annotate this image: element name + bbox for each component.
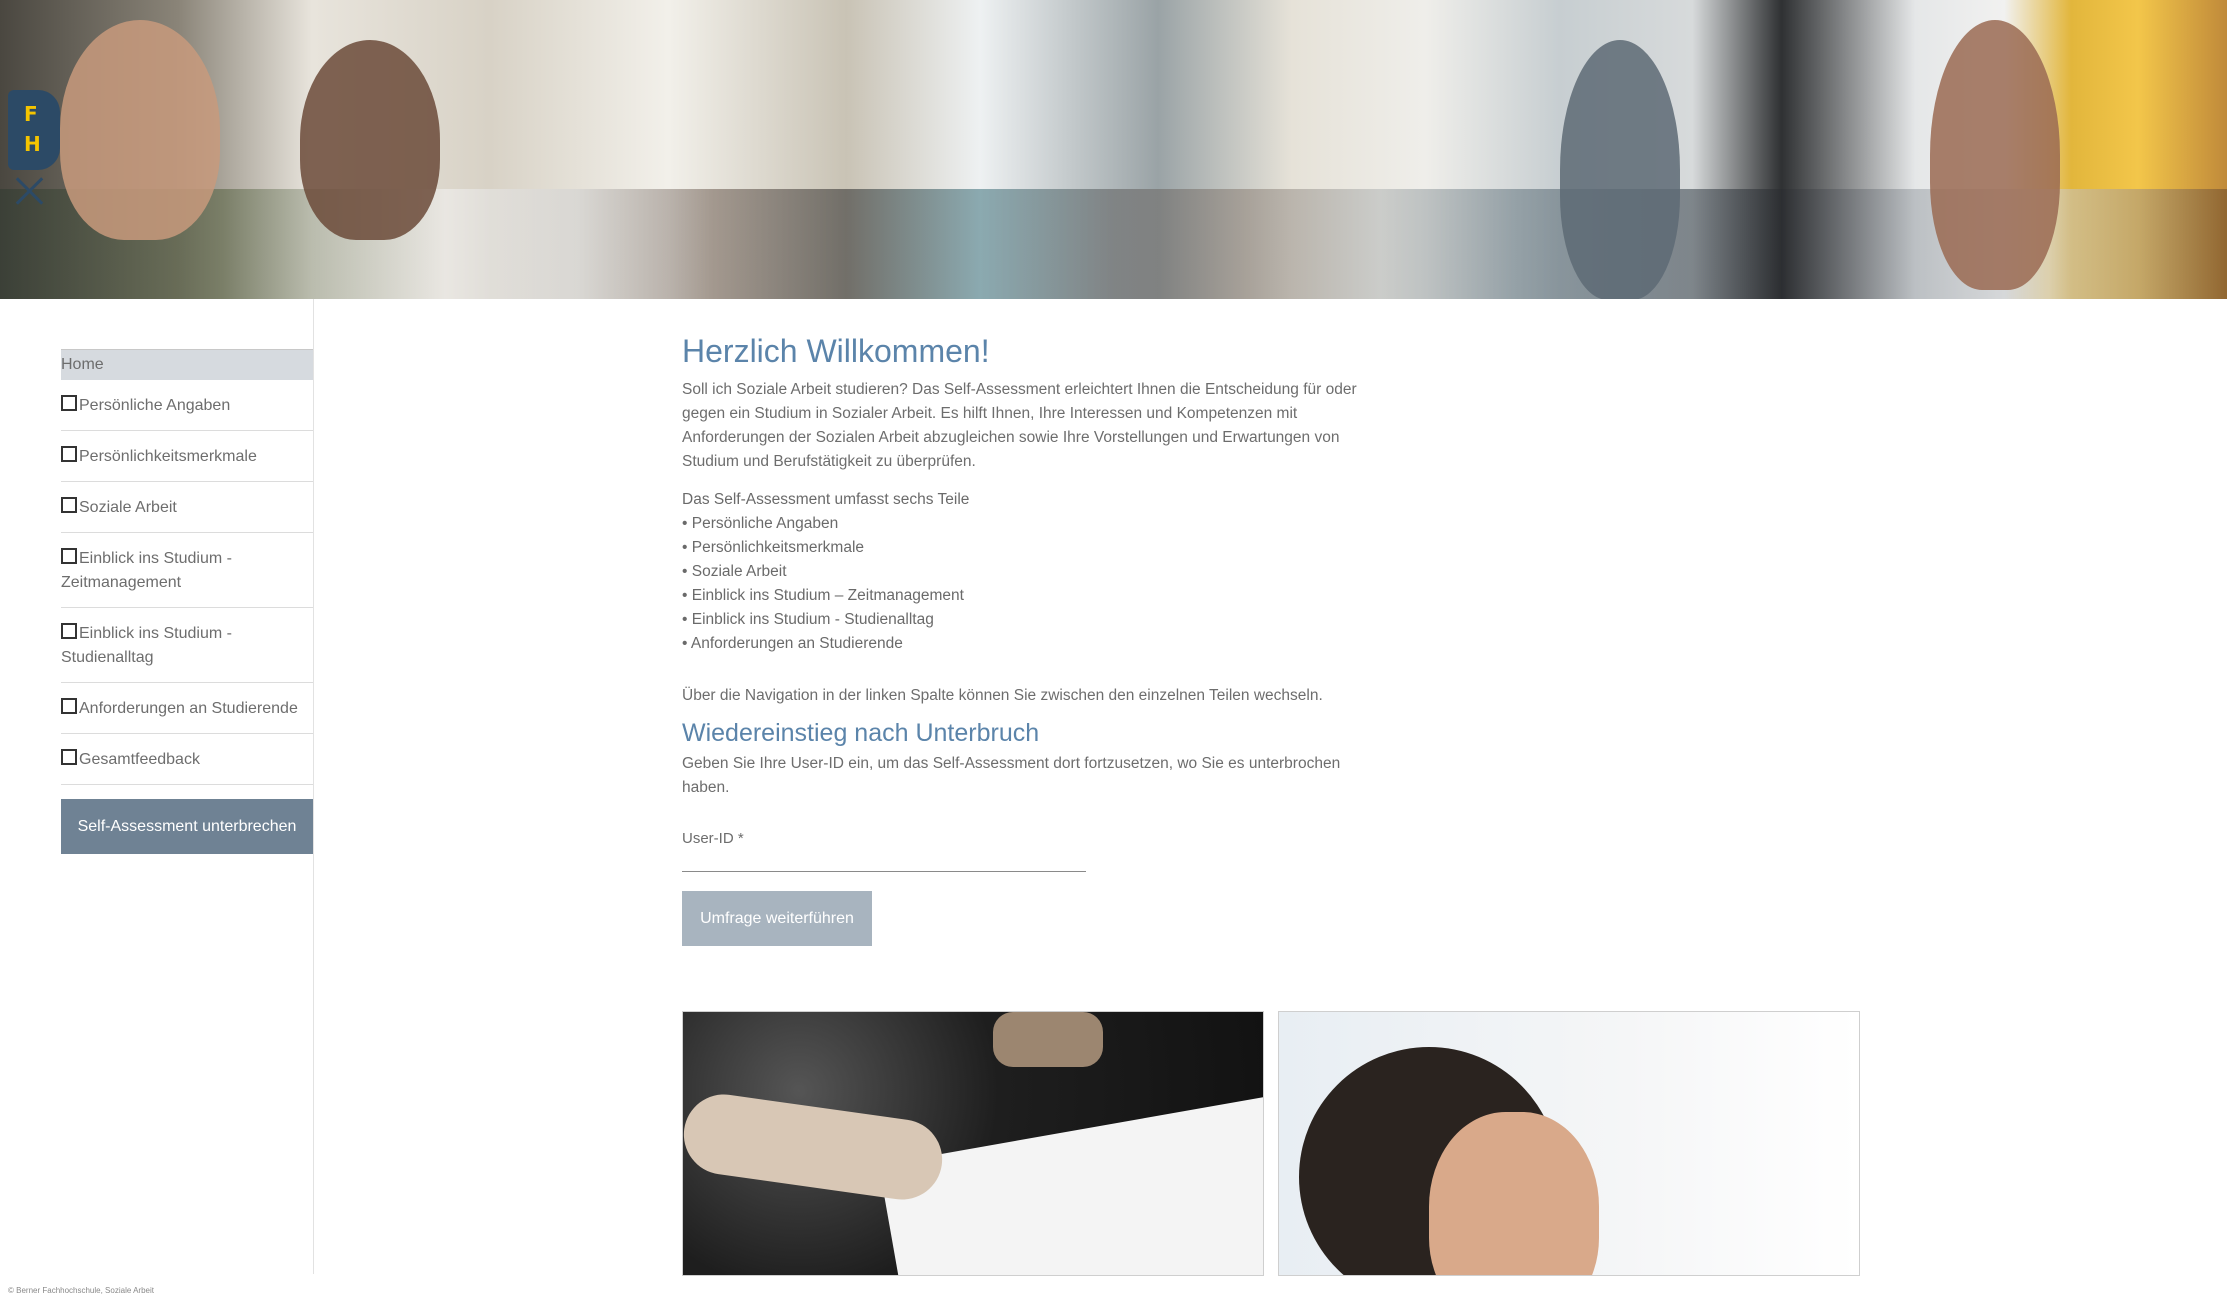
sidebar: Home Persönliche Angaben Persönlichkeits…	[0, 299, 314, 1274]
sidebar-nav: Home Persönliche Angaben Persönlichkeits…	[61, 349, 313, 854]
userid-label: User-ID *	[682, 830, 744, 847]
student-portrait-image	[1278, 1011, 1860, 1276]
hero-person	[1930, 20, 2060, 290]
image-detail	[1429, 1112, 1599, 1275]
sidebar-item-zeitmanagement[interactable]: Einblick ins Studium - Zeitmanagement	[61, 533, 313, 608]
sidebar-item-anforderungen[interactable]: Anforderungen an Studierende	[61, 683, 313, 734]
image-detail	[683, 1089, 948, 1205]
intro-text: Soll ich Soziale Arbeit studieren? Das S…	[682, 381, 1357, 470]
hero-banner-image: F H	[0, 0, 2227, 299]
list-item: • Einblick ins Studium - Studienalltag	[682, 611, 934, 628]
logo-letter-f: F	[24, 102, 38, 126]
checkbox-icon[interactable]	[61, 749, 77, 765]
sidebar-item-studienalltag[interactable]: Einblick ins Studium - Studienalltag	[61, 608, 313, 683]
hero-person	[60, 20, 220, 240]
checkbox-icon[interactable]	[61, 623, 77, 639]
main-content: Herzlich Willkommen! Soll ich Soziale Ar…	[682, 330, 1362, 946]
sidebar-item-persoenlichkeitsmerkmale[interactable]: Persönlichkeitsmerkmale	[61, 431, 313, 482]
navigation-note: Über die Navigation in der linken Spalte…	[682, 687, 1323, 704]
sidebar-item-label: Persönlichkeitsmerkmale	[79, 448, 257, 465]
checkbox-icon[interactable]	[61, 395, 77, 411]
continue-survey-button[interactable]: Umfrage weiterführen	[682, 891, 872, 946]
list-item: • Einblick ins Studium – Zeitmanagement	[682, 587, 964, 604]
image-detail	[993, 1012, 1103, 1067]
reentry-title: Wiedereinstieg nach Unterbruch	[682, 719, 1040, 747]
close-icon[interactable]	[14, 176, 44, 206]
fh-logo[interactable]: F H	[8, 90, 60, 170]
page-title: Herzlich Willkommen!	[682, 333, 990, 369]
hero-person	[300, 40, 440, 240]
sidebar-item-label: Einblick ins Studium - Zeitmanagement	[61, 550, 232, 591]
parts-heading: Das Self-Assessment umfasst sechs Teile	[682, 491, 970, 508]
sidebar-item-home[interactable]: Home	[61, 349, 313, 380]
reentry-text: Geben Sie Ihre User-ID ein, um das Self-…	[682, 755, 1341, 796]
checkbox-icon[interactable]	[61, 446, 77, 462]
list-item: • Persönlichkeitsmerkmale	[682, 539, 865, 556]
list-item: • Persönliche Angaben	[682, 515, 839, 532]
sidebar-item-gesamtfeedback[interactable]: Gesamtfeedback	[61, 734, 313, 785]
sidebar-item-persoenliche-angaben[interactable]: Persönliche Angaben	[61, 380, 313, 431]
checkbox-icon[interactable]	[61, 497, 77, 513]
image-detail	[878, 1092, 1263, 1275]
logo-letter-h: H	[24, 132, 41, 156]
sidebar-item-label: Anforderungen an Studierende	[79, 700, 298, 717]
sidebar-item-label: Persönliche Angaben	[79, 397, 231, 414]
sidebar-item-label: Einblick ins Studium - Studienalltag	[61, 625, 232, 666]
pause-assessment-button[interactable]: Self-Assessment unterbrechen	[61, 799, 313, 854]
image-cards	[682, 1011, 1860, 1276]
hero-person	[1560, 40, 1680, 299]
sidebar-item-soziale-arbeit[interactable]: Soziale Arbeit	[61, 482, 313, 533]
sidebar-item-label: Soziale Arbeit	[79, 499, 177, 516]
footer-copyright: © Berner Fachhochschule, Soziale Arbeit	[8, 1286, 154, 1295]
userid-field: User-ID *	[682, 830, 1086, 872]
parts-list: Das Self-Assessment umfasst sechs Teile …	[682, 488, 1362, 656]
list-item: • Anforderungen an Studierende	[682, 635, 903, 652]
checkbox-icon[interactable]	[61, 698, 77, 714]
checkbox-icon[interactable]	[61, 548, 77, 564]
userid-input[interactable]	[682, 847, 1086, 872]
list-item: • Soziale Arbeit	[682, 563, 787, 580]
study-workshop-image	[682, 1011, 1264, 1276]
sidebar-item-label: Gesamtfeedback	[79, 751, 200, 768]
